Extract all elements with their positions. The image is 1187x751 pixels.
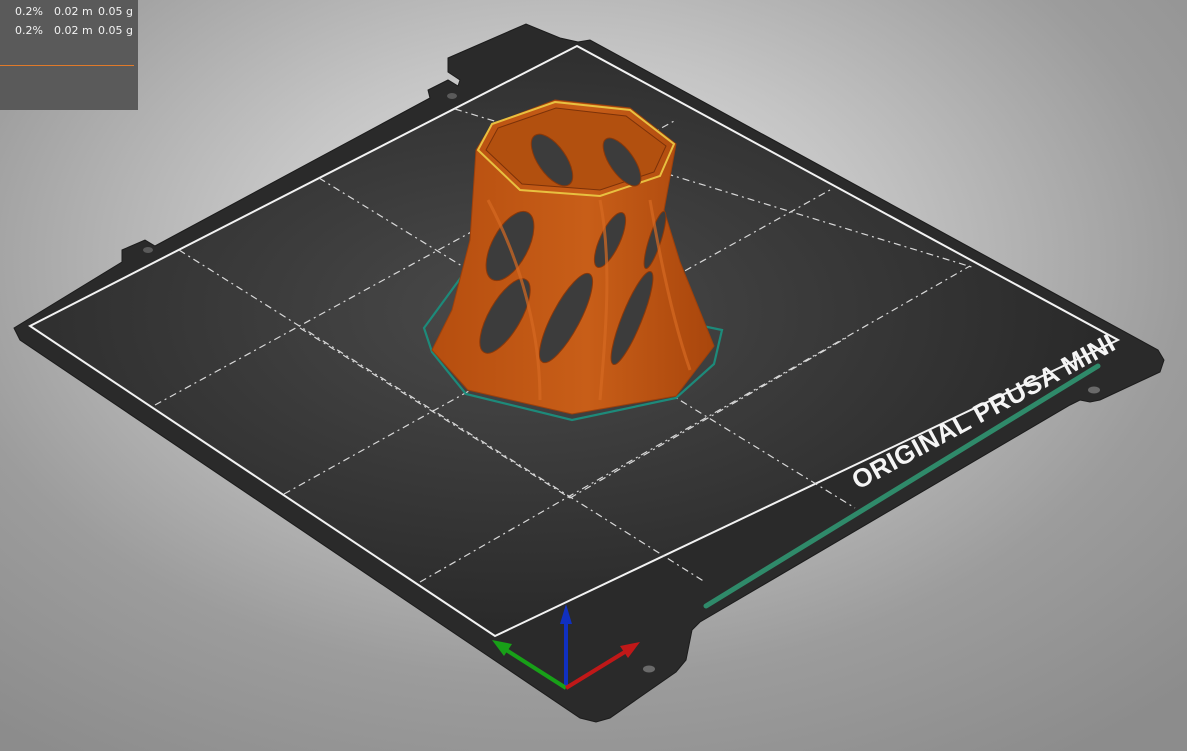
bed-hole-icon bbox=[1088, 386, 1100, 394]
legend-length: 0.02 m bbox=[54, 24, 93, 37]
3d-scene[interactable]: ORIGINAL PRUSA MINI bbox=[0, 0, 1187, 751]
legend-row: 0.2% 0.02 m 0.05 g bbox=[0, 4, 138, 20]
bed-hole-icon bbox=[447, 93, 457, 99]
legend-row: 0.2% 0.02 m 0.05 g bbox=[0, 23, 138, 39]
bed-hole-icon bbox=[643, 665, 655, 673]
legend-percent: 0.2% bbox=[15, 5, 43, 18]
legend-separator bbox=[0, 65, 134, 66]
legend-percent: 0.2% bbox=[15, 24, 43, 37]
legend-weight: 0.05 g bbox=[98, 5, 133, 18]
3d-viewport[interactable]: ORIGINAL PRUSA MINI 0.2% 0.02 m 0.05 g 0… bbox=[0, 0, 1187, 751]
legend-weight: 0.05 g bbox=[98, 24, 133, 37]
bed-hole-icon bbox=[143, 247, 153, 253]
legend-length: 0.02 m bbox=[54, 5, 93, 18]
legend-panel: 0.2% 0.02 m 0.05 g 0.2% 0.02 m 0.05 g bbox=[0, 0, 138, 110]
